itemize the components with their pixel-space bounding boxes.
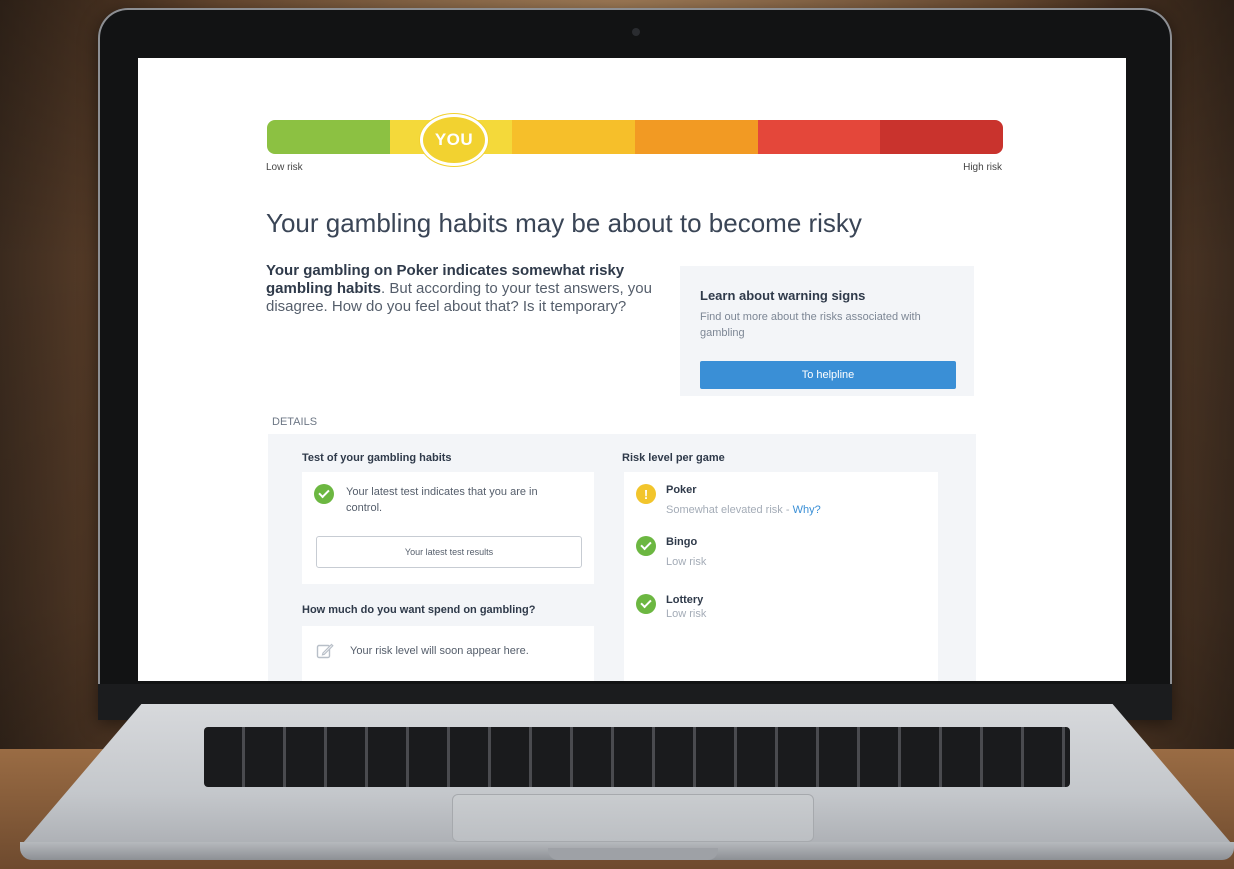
game-row-poker: ! Poker Somewhat elevated risk - Why?: [624, 472, 938, 522]
check-icon: [636, 594, 656, 614]
laptop-screen: YOU Low risk High risk Your gambling hab…: [138, 58, 1126, 681]
warning-icon: !: [636, 484, 656, 504]
check-icon: [314, 484, 334, 504]
risk-section-title: Risk level per game: [622, 452, 725, 464]
warning-card-title: Learn about warning signs: [700, 288, 866, 303]
test-status-text: Your latest test indicates that you are …: [346, 486, 538, 514]
game-risk-level: Low risk: [666, 608, 707, 620]
camera: [632, 28, 640, 36]
risk-per-game-card: ! Poker Somewhat elevated risk - Why? Bi…: [624, 472, 938, 681]
game-risk-level: Low risk: [666, 556, 707, 568]
low-risk-label: Low risk: [266, 162, 303, 173]
risk-segment-1: [267, 120, 390, 154]
warning-card-text: Find out more about the risks associated…: [700, 311, 921, 339]
warning-signs-card: Learn about warning signs Find out more …: [680, 266, 974, 396]
details-label: DETAILS: [272, 416, 318, 428]
keyboard: [204, 727, 1070, 787]
risk-segment-3: [512, 120, 636, 154]
test-card: Your latest test indicates that you are …: [302, 472, 594, 584]
game-risk-level: Somewhat elevated risk: [666, 504, 783, 516]
laptop-lid: YOU Low risk High risk Your gambling hab…: [98, 8, 1172, 720]
game-row-lottery: Lottery Low risk: [624, 582, 938, 632]
you-marker: YOU: [420, 114, 488, 166]
game-risk: Somewhat elevated risk - Why?: [666, 504, 821, 516]
risk-segment-6: [880, 120, 1003, 154]
game-name: Lottery: [666, 594, 704, 606]
game-name: Bingo: [666, 536, 698, 548]
why-link[interactable]: Why?: [793, 504, 821, 516]
details-panel: Test of your gambling habits Your latest…: [268, 434, 976, 681]
spend-section-title: How much do you want spend on gambling?: [302, 604, 536, 616]
laptop-notch: [548, 848, 718, 860]
game-name: Poker: [666, 484, 697, 496]
risk-segment-5: [757, 120, 881, 154]
game-row-bingo: Bingo Low risk: [624, 524, 938, 574]
spend-status-text: Your risk level will soon appear here.: [350, 645, 529, 657]
high-risk-label: High risk: [963, 162, 1002, 173]
risk-segment-4: [635, 120, 758, 154]
page-title: Your gambling habits may be about to bec…: [266, 208, 862, 238]
spend-card: Your risk level will soon appear here.: [302, 626, 594, 681]
trackpad: [452, 794, 814, 842]
helpline-button[interactable]: To helpline: [700, 361, 956, 389]
check-icon: [636, 536, 656, 556]
risk-scale-bar: [267, 120, 1003, 154]
edit-icon: [316, 643, 334, 659]
intro-text: Your gambling on Poker indicates somewha…: [266, 262, 658, 316]
latest-results-button[interactable]: Your latest test results: [316, 536, 582, 568]
test-section-title: Test of your gambling habits: [302, 452, 452, 464]
